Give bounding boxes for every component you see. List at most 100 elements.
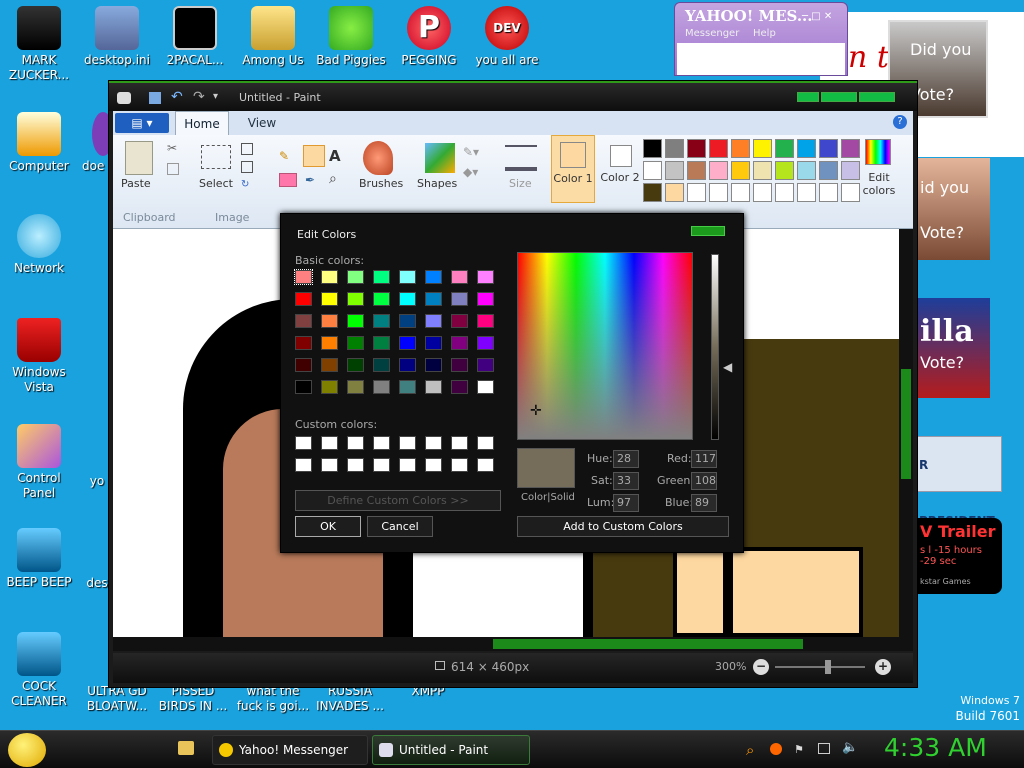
- lum-field[interactable]: 97: [613, 494, 639, 512]
- palette-swatch[interactable]: [643, 183, 662, 202]
- action-center-icon[interactable]: ⚑: [794, 743, 804, 756]
- custom-color-swatch[interactable]: [399, 458, 416, 472]
- basic-color-swatch[interactable]: [399, 358, 416, 372]
- color1-button[interactable]: Color 1: [551, 135, 595, 203]
- palette-swatch[interactable]: [775, 161, 794, 180]
- resize-icon[interactable]: [241, 161, 253, 173]
- maximize-button[interactable]: [821, 92, 857, 102]
- yahoo-menu-messenger[interactable]: Messenger: [685, 28, 739, 39]
- basic-color-swatch[interactable]: [321, 380, 338, 394]
- horizontal-scrollbar[interactable]: [113, 637, 913, 651]
- desktop-icon-bad-piggies[interactable]: Bad Piggies: [312, 6, 390, 68]
- luminance-slider[interactable]: [711, 254, 719, 440]
- palette-swatch[interactable]: [753, 183, 772, 202]
- horizontal-scroll-thumb[interactable]: [493, 639, 803, 649]
- desktop-icon-mark-zucker[interactable]: MARK ZUCKER...: [0, 6, 78, 83]
- palette-swatch[interactable]: [797, 183, 816, 202]
- yahoo-messenger-window[interactable]: YAHOO! MES... ─ □ ✕ Messenger Help: [674, 2, 848, 76]
- desktop-icon-2pacal[interactable]: 2PACAL...: [156, 6, 234, 68]
- close-button[interactable]: [859, 92, 895, 102]
- fill-icon[interactable]: [303, 145, 325, 167]
- basic-color-swatch[interactable]: [321, 358, 338, 372]
- desktop-icon-control-panel[interactable]: Control Panel: [0, 424, 78, 501]
- palette-swatch[interactable]: [709, 161, 728, 180]
- palette-swatch[interactable]: [687, 183, 706, 202]
- basic-color-swatch[interactable]: [451, 336, 468, 350]
- desktop-icon-what-the[interactable]: what the fuck is goi...: [234, 684, 312, 714]
- yahoo-menu-help[interactable]: Help: [753, 28, 776, 39]
- crop-icon[interactable]: [241, 143, 253, 155]
- red-field[interactable]: 117: [691, 450, 717, 468]
- basic-color-swatch[interactable]: [347, 336, 364, 350]
- tab-home[interactable]: Home: [175, 111, 229, 135]
- custom-color-swatch[interactable]: [477, 458, 494, 472]
- edit-colors-dialog[interactable]: Edit Colors Basic colors: Custom colors:…: [280, 213, 744, 553]
- basic-color-swatch[interactable]: [373, 358, 390, 372]
- taskbar-clock[interactable]: 4:33 AM: [884, 733, 987, 762]
- desktop-icon-among-us[interactable]: Among Us: [234, 6, 312, 68]
- hue-field[interactable]: 28: [613, 450, 639, 468]
- select-icon[interactable]: [201, 145, 231, 169]
- basic-color-swatch[interactable]: [399, 270, 416, 284]
- custom-color-swatch[interactable]: [347, 436, 364, 450]
- palette-swatch[interactable]: [731, 161, 750, 180]
- desktop-icon-pissed-birds[interactable]: PISSED BIRDS IN ...: [156, 684, 230, 714]
- undo-icon[interactable]: ↶: [171, 89, 183, 105]
- basic-color-swatch[interactable]: [295, 358, 312, 372]
- desktop-icon-russia[interactable]: RUSSIA INVADES ...: [312, 684, 388, 714]
- taskbar-item-yahoo[interactable]: Yahoo! Messenger: [212, 735, 368, 765]
- dialog-close-button[interactable]: [691, 226, 725, 236]
- search-tray-icon[interactable]: ⌕: [746, 741, 754, 759]
- desktop-icon-desktop-ini[interactable]: desktop.ini: [78, 6, 156, 68]
- basic-color-swatch[interactable]: [347, 380, 364, 394]
- basic-color-swatch[interactable]: [477, 380, 494, 394]
- palette-swatch[interactable]: [797, 139, 816, 158]
- copy-icon[interactable]: [167, 163, 179, 175]
- palette-swatch[interactable]: [797, 161, 816, 180]
- color-picker-icon[interactable]: ✒: [305, 173, 315, 187]
- desktop-icon-ultra-gd[interactable]: ULTRA GD BLOATW...: [80, 684, 154, 714]
- basic-color-swatch[interactable]: [451, 380, 468, 394]
- basic-color-swatch[interactable]: [347, 270, 364, 284]
- basic-color-swatch[interactable]: [347, 314, 364, 328]
- basic-color-swatch[interactable]: [399, 336, 416, 350]
- custom-color-swatch[interactable]: [451, 436, 468, 450]
- palette-swatch[interactable]: [665, 183, 684, 202]
- ok-button[interactable]: OK: [295, 516, 361, 537]
- define-custom-colors-button[interactable]: Define Custom Colors >>: [295, 490, 501, 511]
- size-icon[interactable]: [505, 145, 537, 171]
- basic-color-swatch[interactable]: [425, 336, 442, 350]
- basic-color-swatch[interactable]: [477, 270, 494, 284]
- basic-color-swatch[interactable]: [451, 358, 468, 372]
- custom-color-swatch[interactable]: [425, 436, 442, 450]
- basic-color-swatch[interactable]: [321, 292, 338, 306]
- brushes-icon[interactable]: [363, 141, 393, 175]
- desktop-icon-doe[interactable]: doe: [62, 112, 114, 174]
- basic-color-swatch[interactable]: [451, 314, 468, 328]
- basic-color-swatch[interactable]: [425, 314, 442, 328]
- shapes-button[interactable]: Shapes: [417, 177, 457, 190]
- basic-color-swatch[interactable]: [295, 380, 312, 394]
- color-spectrum[interactable]: ✛: [517, 252, 693, 440]
- fill-style-icon[interactable]: ◆▾: [463, 165, 478, 179]
- basic-color-swatch[interactable]: [347, 292, 364, 306]
- palette-swatch[interactable]: [753, 139, 772, 158]
- palette-swatch[interactable]: [819, 183, 838, 202]
- basic-color-swatch[interactable]: [347, 358, 364, 372]
- basic-color-swatch[interactable]: [294, 269, 313, 285]
- custom-color-swatch[interactable]: [373, 458, 390, 472]
- basic-color-swatch[interactable]: [477, 314, 494, 328]
- palette-swatch[interactable]: [753, 161, 772, 180]
- brushes-button[interactable]: Brushes: [359, 177, 403, 190]
- cancel-button[interactable]: Cancel: [367, 516, 433, 537]
- zoom-in-button[interactable]: +: [875, 659, 891, 675]
- basic-color-swatch[interactable]: [321, 336, 338, 350]
- basic-color-swatch[interactable]: [399, 314, 416, 328]
- palette-swatch[interactable]: [775, 139, 794, 158]
- paste-icon[interactable]: [125, 141, 153, 175]
- basic-color-swatch[interactable]: [373, 292, 390, 306]
- palette-swatch[interactable]: [709, 139, 728, 158]
- palette-swatch[interactable]: [775, 183, 794, 202]
- add-to-custom-colors-button[interactable]: Add to Custom Colors: [517, 516, 729, 537]
- basic-color-swatch[interactable]: [373, 314, 390, 328]
